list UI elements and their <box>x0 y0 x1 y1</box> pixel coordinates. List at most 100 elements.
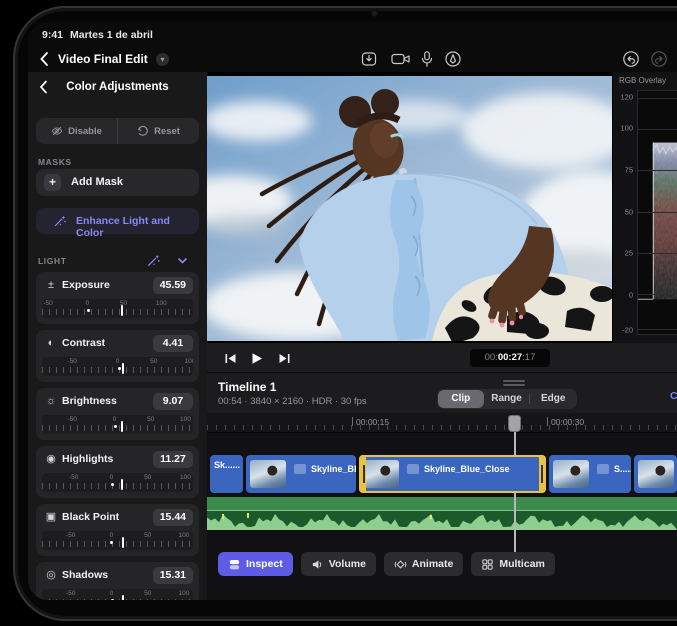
scale-label: 50 <box>144 474 151 481</box>
slider-cursor[interactable] <box>121 479 123 490</box>
disable-reset-group: Disable Reset <box>36 118 199 144</box>
disable-button[interactable]: Disable <box>36 118 117 144</box>
scale-label: 50 <box>147 416 154 423</box>
timeline-clip[interactable] <box>634 455 677 493</box>
slider-track[interactable]: -50050100 <box>42 357 193 376</box>
video-frame <box>207 76 612 341</box>
audio-track[interactable] <box>207 497 677 530</box>
volume-button[interactable]: Volume <box>301 552 376 576</box>
clip-name: S...... <box>614 464 631 474</box>
animate-button[interactable]: Animate <box>384 552 463 576</box>
trim-handle-right[interactable] <box>539 457 544 491</box>
timeline-clip[interactable]: Skyline_Blue_Wide <box>246 455 356 493</box>
timeline-ruler[interactable]: 00:00:15 00:00:30 <box>207 413 677 433</box>
ruler-timestamp: 00:00:15 <box>352 417 389 427</box>
reset-button[interactable]: Reset <box>117 118 199 144</box>
color-adjustments-panel: Color Adjustments Disable Reset MASKS + … <box>28 72 207 600</box>
slider-value[interactable]: 45.59 <box>153 277 193 294</box>
add-mask-button[interactable]: + Add Mask <box>36 169 199 196</box>
rgb-overlay-scope: RGB Overlay 1201007550250-20 <box>612 72 677 343</box>
screen: 9:41 Martes 1 de abril Video Final Edit … <box>28 22 677 600</box>
scope-tick-label: 120 <box>620 93 633 102</box>
skip-back-icon[interactable] <box>223 351 238 366</box>
video-preview[interactable] <box>207 72 612 343</box>
microphone-icon[interactable] <box>420 50 434 68</box>
scale-label: 0 <box>110 532 114 539</box>
scale-label: 100 <box>180 474 191 481</box>
slider-track[interactable]: -50050100 <box>42 473 193 492</box>
eye-slash-icon <box>51 125 63 137</box>
scale-label: 50 <box>150 358 157 365</box>
slider-cursor[interactable] <box>122 537 124 548</box>
mode-clip[interactable]: Clip <box>438 390 484 408</box>
scope-tick-label: 50 <box>625 208 633 217</box>
slider-track[interactable]: -50050100 <box>42 299 193 318</box>
undo-icon[interactable] <box>622 50 640 68</box>
timeline-clip-selected[interactable]: Skyline_Blue_Close <box>359 455 546 493</box>
slider-ticks <box>42 599 193 600</box>
auto-enhance-icon[interactable] <box>146 253 161 268</box>
playhead-handle[interactable] <box>508 415 521 432</box>
scale-label: 100 <box>180 416 191 423</box>
multicam-button[interactable]: Multicam <box>471 552 555 576</box>
slider-track[interactable]: -50050100 <box>42 589 193 600</box>
timecode-display: 00:00:27:17 <box>470 349 550 367</box>
slider-ticks <box>42 425 193 431</box>
scale-label: 0 <box>113 416 117 423</box>
slider-value[interactable]: 4.41 <box>153 335 193 352</box>
scale-label: 100 <box>179 532 190 539</box>
slider-cursor[interactable] <box>122 363 124 374</box>
import-icon[interactable] <box>360 50 378 68</box>
slider-value[interactable]: 15.44 <box>153 509 193 526</box>
slider-track[interactable]: -50 0 50 100 <box>42 415 193 434</box>
back-icon[interactable] <box>38 51 52 67</box>
add-mask-label: Add Mask <box>71 176 123 188</box>
timeline-header: Timeline 1 00:54 · 3840 × 2160 · HDR · 3… <box>207 373 677 413</box>
inspect-button[interactable]: Inspect <box>218 552 293 576</box>
trim-handle-left[interactable] <box>361 457 366 491</box>
bottom-toolbar: Inspect Volume Animate Multicam <box>218 552 555 576</box>
cut-off-link[interactable]: C <box>670 390 677 402</box>
transport-bar: 00:00:27:17 <box>207 343 677 373</box>
adjustment-slider-card: ◎ Shadows 15.31 -50050100 <box>36 562 199 600</box>
slider-cursor[interactable] <box>121 421 123 432</box>
ruler-timestamp: 00:00:30 <box>547 417 584 427</box>
slider-value[interactable]: 9.07 <box>153 393 193 410</box>
scope-gridline <box>638 294 677 295</box>
slider-value[interactable]: 11.27 <box>153 451 193 468</box>
slider-cursor[interactable] <box>121 305 123 316</box>
timeline-resize-handle[interactable] <box>503 380 525 386</box>
redo-icon[interactable] <box>650 50 668 68</box>
camera-icon[interactable] <box>390 50 412 68</box>
scale-label: 100 <box>156 300 167 307</box>
light-label: LIGHT <box>38 256 67 266</box>
plus-icon: + <box>44 174 61 191</box>
timeline-clip[interactable]: S...... <box>549 455 631 493</box>
slider-cursor[interactable] <box>122 595 124 600</box>
clip-name: Skyline_Blue_Close <box>424 464 510 474</box>
chevron-down-icon[interactable]: ▾ <box>156 53 169 66</box>
slider-track[interactable]: -50050100 <box>42 531 193 550</box>
timecode-frames: :17 <box>522 352 535 363</box>
mode-range[interactable]: Range <box>484 390 530 408</box>
scale-label: -50 <box>67 416 76 423</box>
slider-value[interactable]: 15.31 <box>153 567 193 584</box>
enhance-light-color-button[interactable]: Enhance Light and Color <box>36 208 199 234</box>
collapse-chevron-icon[interactable] <box>176 254 189 267</box>
mode-edge[interactable]: Edge <box>530 390 576 408</box>
timeline-clip[interactable]: Sk...... <box>210 455 243 493</box>
play-icon[interactable] <box>249 351 264 366</box>
skip-forward-icon[interactable] <box>277 351 292 366</box>
reset-label: Reset <box>154 126 180 137</box>
highlights-icon: ◉ <box>44 452 58 466</box>
light-section-header: LIGHT <box>28 253 207 269</box>
project-title[interactable]: Video Final Edit <box>58 52 148 66</box>
pencil-tool-icon[interactable] <box>444 50 462 68</box>
slider-label: Black Point <box>62 511 119 523</box>
slider-label: Contrast <box>62 337 105 349</box>
scope-gridline <box>638 98 677 99</box>
scope-gridline <box>638 212 677 213</box>
animate-icon <box>394 558 407 571</box>
scope-waveform <box>637 90 677 335</box>
clip-thumbnail <box>553 460 589 488</box>
